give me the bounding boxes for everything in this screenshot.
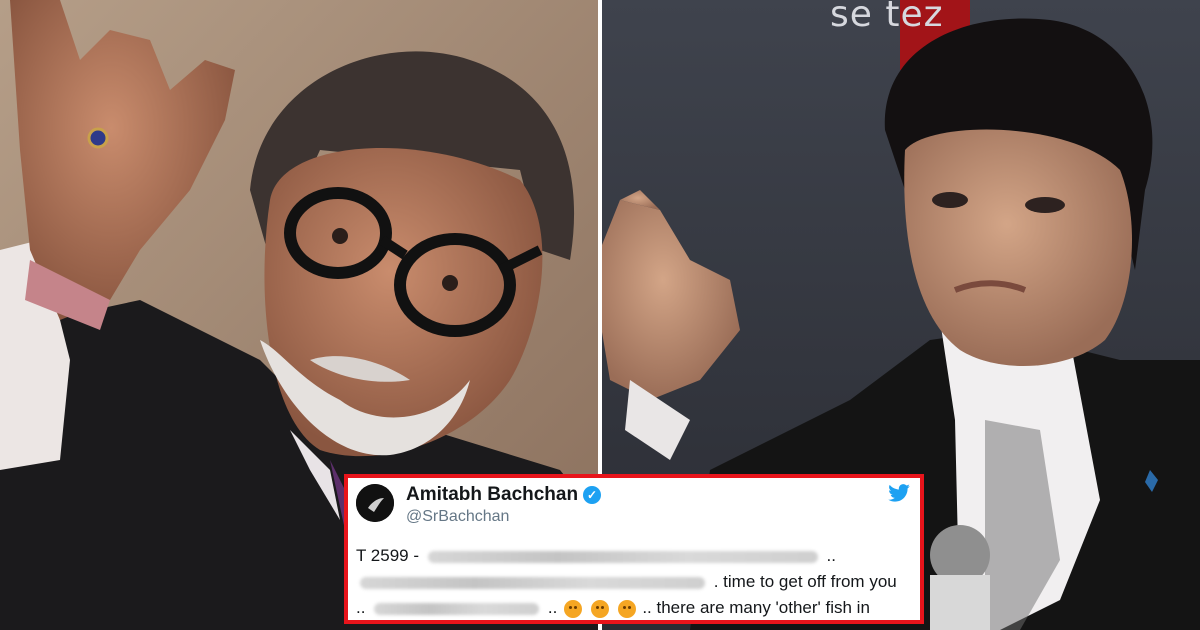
angry-face-icon [564,599,583,618]
redacted-text [360,576,705,589]
tweet-text-line-2: . time to get off from you [356,572,897,592]
tweet-text-line-3: .. .. .. there are many 'other' fish in [356,598,870,618]
avatar[interactable] [356,484,394,522]
angry-face-icon [617,599,636,618]
tweet-text-segment: .. [547,598,558,617]
tweet-text-segment: .. [356,598,366,617]
twitter-bird-icon [888,484,910,502]
tweet-text-segment: .. there are many 'other' fish in [642,598,870,617]
angry-face-icon [590,599,609,618]
tweet-author-handle[interactable]: @SrBachchan [406,508,509,526]
background-sign-text: se tez [830,0,944,35]
tweet-card[interactable]: Amitabh Bachchan ✓ @SrBachchan T 2599 - … [344,474,924,624]
tweet-author-name[interactable]: Amitabh Bachchan [406,484,578,506]
verified-badge-icon: ✓ [583,486,601,504]
tweet-text-segment: .. [826,546,836,565]
redacted-text [427,550,818,563]
tweet-text-segment: T 2599 - [356,546,420,565]
tweet-text-segment: . time to get off from you [713,572,897,591]
avatar-image [356,484,394,522]
tweet-text-line-1: T 2599 - .. [356,546,836,566]
redacted-text [374,602,540,615]
